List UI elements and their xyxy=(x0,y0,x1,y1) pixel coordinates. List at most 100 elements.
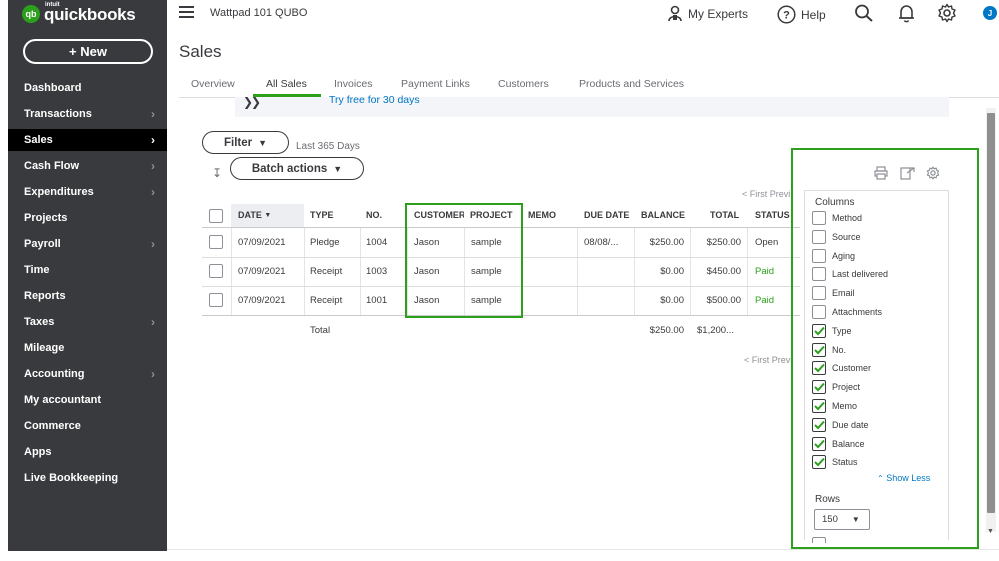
sidebar-item-projects[interactable]: Projects xyxy=(8,207,167,229)
cell-status: Paid xyxy=(755,266,775,277)
sort-down-icon: ▼ xyxy=(264,211,272,219)
intuit-label: intuit xyxy=(45,2,60,8)
collapse-arrow-icon[interactable]: ↧ xyxy=(212,166,222,180)
scrollbar-thumb[interactable] xyxy=(987,113,995,513)
cell-total: $450.00 xyxy=(706,266,741,277)
sidebar-item-label: Projects xyxy=(24,212,68,224)
cell-date: 07/09/2021 xyxy=(238,237,286,248)
page-title: Sales xyxy=(179,42,222,61)
sidebar-item-expenditures[interactable]: Expenditures › xyxy=(8,181,167,203)
pager-bottom[interactable]: < First Previ xyxy=(744,355,792,365)
qb-logo-icon: qb xyxy=(22,5,40,23)
cell-total: $250.00 xyxy=(706,237,741,248)
chevron-right-icon: › xyxy=(151,107,155,121)
sidebar-item-label: Payroll xyxy=(24,238,61,250)
sidebar-item-taxes[interactable]: Taxes › xyxy=(8,311,167,333)
col-sep xyxy=(634,228,635,315)
row-checkbox[interactable] xyxy=(209,235,223,249)
select-all-checkbox[interactable] xyxy=(209,209,223,223)
row-checkbox[interactable] xyxy=(209,264,223,278)
sidebar-item-accounting[interactable]: Accounting › xyxy=(8,363,167,385)
cell-type: Receipt xyxy=(310,266,343,277)
gear-icon[interactable] xyxy=(937,3,957,23)
col-sep xyxy=(690,228,691,315)
sidebar-item-mileage[interactable]: Mileage xyxy=(8,337,167,359)
cell-due-date: 08/08/... xyxy=(584,237,619,248)
user-avatar[interactable]: J xyxy=(983,6,997,20)
col-sep xyxy=(304,228,305,315)
cell-date: 07/09/2021 xyxy=(238,295,286,306)
company-name: Wattpad 101 QUBO xyxy=(210,7,308,19)
cell-no: 1001 xyxy=(366,295,388,306)
header-date[interactable]: DATE ▼ xyxy=(238,205,271,225)
search-icon[interactable] xyxy=(854,4,874,22)
chevron-right-icon: › xyxy=(151,237,155,251)
tab-invoices[interactable]: Invoices xyxy=(334,78,373,90)
sidebar-item-dashboard[interactable]: Dashboard xyxy=(8,77,167,99)
header-balance[interactable]: BALANCE xyxy=(641,205,685,225)
filter-button[interactable]: Filter ▼ xyxy=(202,131,289,154)
pager-top[interactable]: < First Previ xyxy=(742,189,790,199)
caret-down-icon: ▼ xyxy=(258,137,268,148)
sidebar-item-label: Cash Flow xyxy=(24,160,80,172)
quickbooks-logo[interactable]: qb intuit quickbooks xyxy=(22,2,136,23)
total-balance: $250.00 xyxy=(649,325,684,336)
batch-actions-button[interactable]: Batch actions ▼ xyxy=(230,157,364,180)
sidebar-item-label: Live Bookkeeping xyxy=(24,472,119,484)
hamburger-menu-icon[interactable] xyxy=(179,6,194,18)
sidebar-item-sales[interactable]: Sales › xyxy=(8,129,167,151)
filter-label: Filter xyxy=(223,136,253,149)
sidebar-item-live-bookkeeping[interactable]: Live Bookkeeping xyxy=(8,467,167,489)
cell-date: 07/09/2021 xyxy=(238,266,286,277)
tab-products-services[interactable]: Products and Services xyxy=(579,78,684,90)
header-due-date[interactable]: DUE DATE xyxy=(584,205,629,225)
sidebar-item-payroll[interactable]: Payroll › xyxy=(8,233,167,255)
scroll-down-arrow-icon[interactable]: ▼ xyxy=(987,528,994,535)
sidebar-item-apps[interactable]: Apps xyxy=(8,441,167,463)
cell-balance: $250.00 xyxy=(649,237,684,248)
sidebar-item-label: Accounting xyxy=(24,368,85,380)
svg-text:?: ? xyxy=(783,10,790,22)
help-button[interactable]: ? Help xyxy=(777,5,826,24)
header-memo[interactable]: MEMO xyxy=(528,205,556,225)
tab-all-sales[interactable]: All Sales xyxy=(266,78,307,90)
sidebar-item-my-accountant[interactable]: My accountant xyxy=(8,389,167,411)
chevron-right-icon: › xyxy=(151,133,155,147)
header-total[interactable]: TOTAL xyxy=(710,205,739,225)
sidebar-item-transactions[interactable]: Transactions › xyxy=(8,103,167,125)
sidebar-item-cash-flow[interactable]: Cash Flow › xyxy=(8,155,167,177)
col-sep xyxy=(577,228,578,315)
sidebar-item-reports[interactable]: Reports xyxy=(8,285,167,307)
col-sep xyxy=(231,228,232,315)
sidebar-item-time[interactable]: Time xyxy=(8,259,167,281)
my-experts-button[interactable]: My Experts xyxy=(667,5,748,22)
customer-project-highlight xyxy=(405,203,523,318)
tab-payment-links[interactable]: Payment Links xyxy=(401,78,470,90)
cell-type: Receipt xyxy=(310,295,343,306)
help-label: Help xyxy=(801,7,826,22)
total-amount: $1,200... xyxy=(697,325,734,336)
header-type[interactable]: TYPE xyxy=(310,205,334,225)
promo-link[interactable]: Try free for 30 days xyxy=(329,94,420,106)
header-no[interactable]: NO. xyxy=(366,205,382,225)
total-label: Total xyxy=(310,325,331,336)
chevron-right-icon: › xyxy=(151,367,155,381)
cell-type: Pledge xyxy=(310,237,340,248)
bell-icon[interactable] xyxy=(898,4,915,23)
tab-customers[interactable]: Customers xyxy=(498,78,549,90)
expert-person-icon xyxy=(668,5,682,22)
sidebar-item-label: Commerce xyxy=(24,420,81,432)
sidebar-item-commerce[interactable]: Commerce xyxy=(8,415,167,437)
caret-down-icon: ▼ xyxy=(333,163,343,174)
cell-status: Paid xyxy=(755,295,775,306)
sidebar-item-label: Reports xyxy=(24,290,66,302)
row-checkbox[interactable] xyxy=(209,293,223,307)
chevron-right-icon: › xyxy=(151,185,155,199)
new-button[interactable]: + New xyxy=(23,39,153,64)
header-status[interactable]: STATUS xyxy=(755,205,790,225)
tab-overview[interactable]: Overview xyxy=(191,78,235,90)
filter-range-text: Last 365 Days xyxy=(296,141,360,152)
sidebar-item-label: Sales xyxy=(24,134,53,146)
my-experts-label: My Experts xyxy=(688,6,749,21)
sidebar-item-label: Transactions xyxy=(24,108,92,120)
